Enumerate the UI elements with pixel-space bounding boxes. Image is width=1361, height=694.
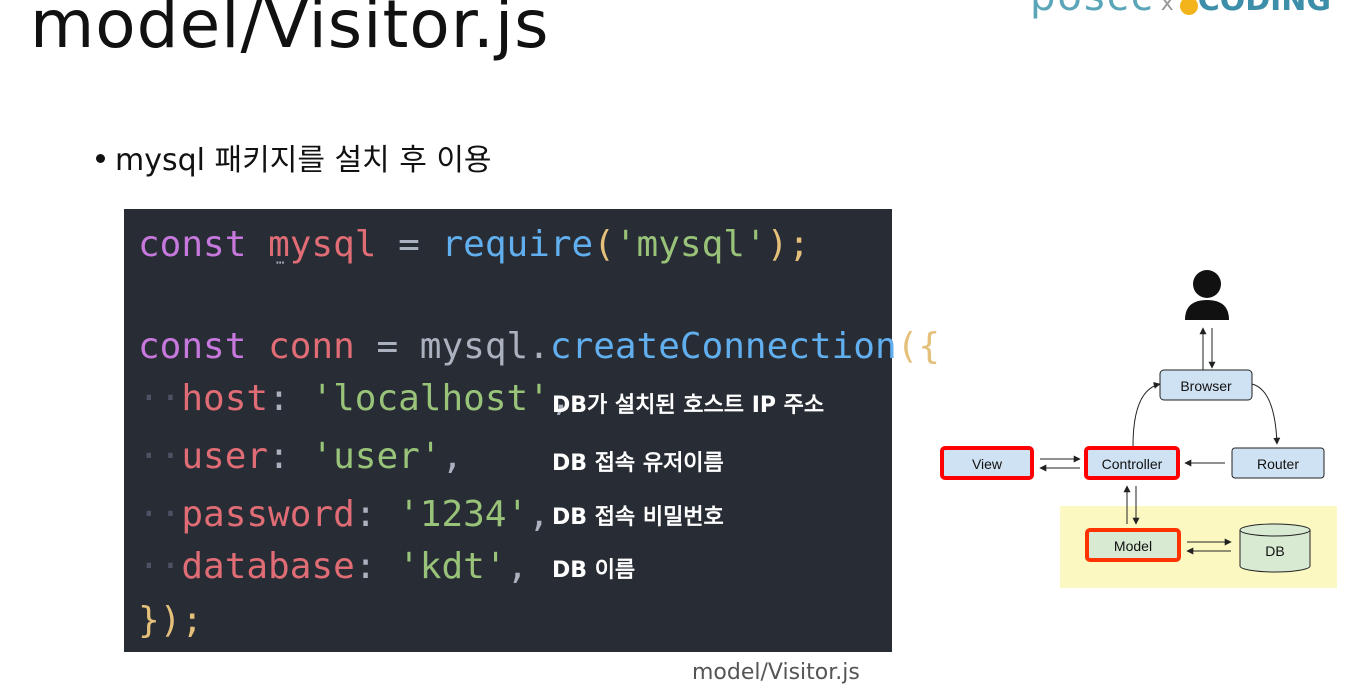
view-label: View (972, 456, 1003, 472)
code-object: mysql (419, 326, 529, 367)
code-dot: . (528, 326, 550, 367)
bullet-item: mysql 패키지를 설치 후 이용 (96, 135, 492, 179)
code-prop-line: ··password: '1234', (138, 494, 550, 535)
browser-node: Browser (1159, 369, 1253, 401)
code-keyword: const (138, 224, 247, 265)
controller-node: Controller (1084, 446, 1180, 480)
code-annotation: DB가 설치된 호스트 IP 주소 (552, 393, 825, 418)
mvc-diagram: Browser View Controller Router Model DB (940, 270, 1337, 588)
code-prop-line: ··database: 'kdt', (138, 546, 529, 587)
view-node: View (940, 446, 1034, 480)
logo-x: x (1160, 0, 1174, 16)
code-annotation: DB 접속 비밀번호 (552, 505, 724, 530)
logo-left-text: poscc (1030, 0, 1155, 20)
code-close: ); (766, 224, 810, 265)
db-label: DB (1265, 543, 1284, 559)
code-variable: conn (268, 326, 355, 367)
bullet-text: mysql 패키지를 설치 후 이용 (115, 143, 492, 178)
code-function: createConnection (549, 326, 897, 367)
code-line-2: const conn = mysql.createConnection({ (138, 325, 940, 369)
code-operator: = (354, 326, 420, 367)
code-annotation: DB 접속 유저이름 (552, 451, 724, 476)
model-node: Model (1085, 528, 1181, 562)
router-node: Router (1231, 447, 1325, 479)
code-line-1: const mysql = require('mysql'); (138, 223, 810, 267)
code-string: 'mysql' (614, 224, 767, 265)
code-function: require (441, 224, 594, 265)
brand-logo: posccx CODING (1030, 0, 1331, 20)
bullet-dot-icon (96, 154, 105, 163)
logo-right-text: CODING (1197, 0, 1332, 18)
code-hint-dots: ⋯ (276, 255, 286, 271)
code-line-end: }); (138, 599, 203, 643)
user-icon (1185, 270, 1229, 320)
code-end: }); (138, 600, 204, 641)
router-label: Router (1257, 456, 1299, 472)
model-label: Model (1114, 538, 1152, 554)
code-annotation: DB 이름 (552, 558, 636, 583)
code-paren: ({ (896, 326, 940, 367)
logo-dot-icon (1179, 0, 1198, 15)
code-operator: = (376, 224, 442, 265)
code-paren: ( (593, 224, 615, 265)
page-title: model/Visitor.js (30, 0, 550, 63)
code-caption: model/Visitor.js (692, 660, 860, 685)
code-prop-line: ··host: 'localhost', (138, 378, 572, 419)
controller-label: Controller (1102, 456, 1163, 472)
code-keyword: const (138, 326, 247, 367)
browser-label: Browser (1180, 378, 1232, 394)
code-prop-line: ··user: 'user', (138, 436, 464, 477)
code-block: const mysql = require('mysql'); ⋯ const … (124, 209, 940, 652)
db-node: DB (1239, 523, 1311, 573)
